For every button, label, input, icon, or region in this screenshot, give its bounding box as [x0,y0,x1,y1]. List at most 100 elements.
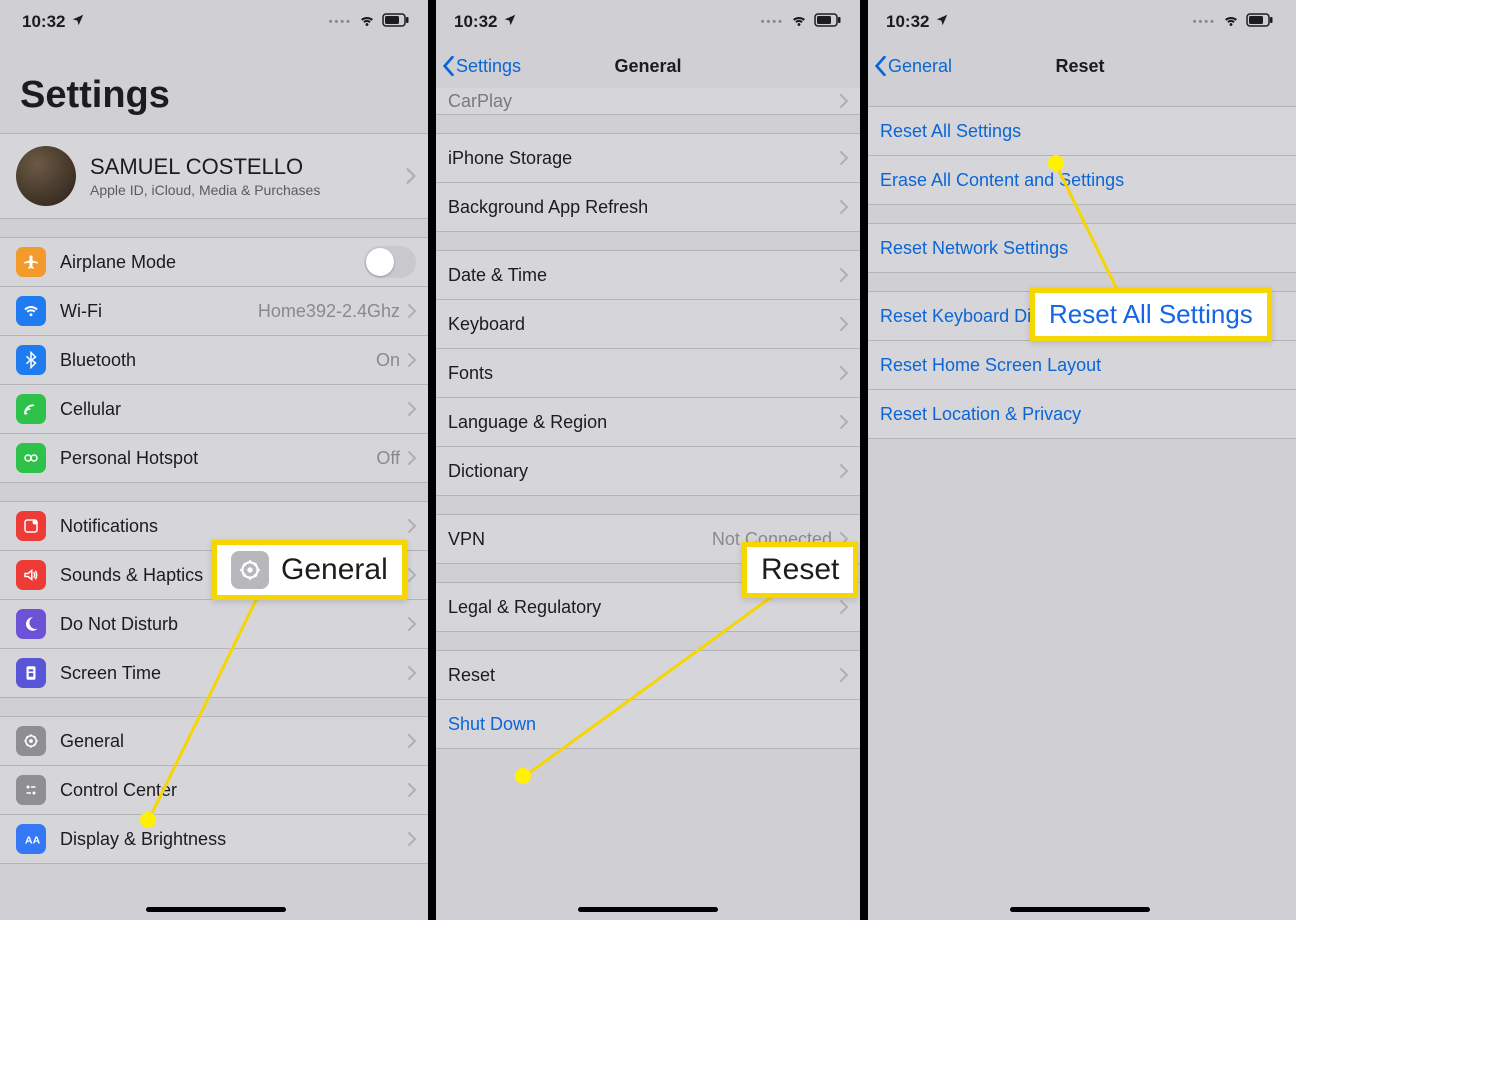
chevron-right-icon [408,402,416,416]
location-icon [935,12,949,32]
row-reset-network[interactable]: Reset Network Settings [864,224,1296,272]
row-label: Dictionary [448,461,840,482]
row-label: Reset Location & Privacy [880,404,1280,425]
chevron-right-icon [840,415,848,429]
row-label: Fonts [448,363,840,384]
screen-divider [860,0,868,920]
row-label: Screen Time [60,663,408,684]
row-general[interactable]: General [0,717,432,765]
row-datetime[interactable]: Date & Time [432,251,864,299]
page-title: Settings [0,44,432,133]
row-shutdown[interactable]: Shut Down [432,699,864,748]
row-value: Off [376,448,400,469]
chevron-right-icon [840,668,848,682]
status-time: 10:32 [454,12,497,32]
row-label: General [60,731,408,752]
airplane-toggle[interactable] [364,246,416,278]
wifi-status-icon [1222,12,1240,32]
row-dictionary[interactable]: Dictionary [432,446,864,495]
screentime-icon [16,658,46,688]
row-cellular[interactable]: Cellular [0,384,432,433]
chevron-right-icon [408,617,416,631]
status-time: 10:32 [886,12,929,32]
back-button[interactable]: General [874,56,952,77]
hotspot-icon [16,443,46,473]
chevron-right-icon [840,151,848,165]
row-label: CarPlay [448,91,840,112]
back-label: General [888,56,952,77]
wifi-status-icon [790,12,808,32]
row-label: Cellular [60,399,408,420]
apple-id-row[interactable]: SAMUEL COSTELLO Apple ID, iCloud, Media … [0,133,432,219]
row-label: Personal Hotspot [60,448,376,469]
row-language[interactable]: Language & Region [432,397,864,446]
row-reset[interactable]: Reset [432,651,864,699]
chevron-right-icon [406,168,416,184]
wifi-status-icon [358,12,376,32]
row-label: Legal & Regulatory [448,597,840,618]
callout-label: Reset [761,553,839,587]
back-button[interactable]: Settings [442,56,521,77]
row-reset-home[interactable]: Reset Home Screen Layout [864,340,1296,389]
row-value: On [376,350,400,371]
sounds-icon [16,560,46,590]
row-bluetooth[interactable]: Bluetooth On [0,335,432,384]
row-label: Do Not Disturb [60,614,408,635]
row-fonts[interactable]: Fonts [432,348,864,397]
row-dnd[interactable]: Do Not Disturb [0,599,432,648]
chevron-right-icon [408,451,416,465]
status-time: 10:32 [22,12,65,32]
row-airplane-mode[interactable]: Airplane Mode [0,238,432,286]
general-partial-group: CarPlay [432,88,864,115]
row-carplay[interactable]: CarPlay [432,88,864,114]
row-control-center[interactable]: Control Center [0,765,432,814]
battery-icon [382,12,410,32]
row-label: Control Center [60,780,408,801]
row-iphone-storage[interactable]: iPhone Storage [432,134,864,182]
row-screentime[interactable]: Screen Time [0,648,432,697]
status-bar: 10:32 •••• [432,0,864,44]
home-indicator[interactable] [146,907,286,912]
cellular-icon [16,394,46,424]
row-erase-all[interactable]: Erase All Content and Settings [864,155,1296,204]
profile-name: SAMUEL COSTELLO [90,154,320,180]
nav-bar: General Reset [864,44,1296,88]
display-icon: AA [16,824,46,854]
chevron-right-icon [840,464,848,478]
status-bar: 10:32 •••• [864,0,1296,44]
row-label: Display & Brightness [60,829,408,850]
airplane-icon [16,247,46,277]
row-reset-all-settings[interactable]: Reset All Settings [864,107,1296,155]
row-bg-refresh[interactable]: Background App Refresh [432,182,864,231]
row-label: Reset Home Screen Layout [880,355,1280,376]
general-group-input: Date & Time Keyboard Fonts Language & Re… [432,250,864,496]
chevron-right-icon [840,268,848,282]
row-reset-location[interactable]: Reset Location & Privacy [864,389,1296,438]
battery-icon [814,12,842,32]
dnd-icon [16,609,46,639]
general-group-reset: Reset Shut Down [432,650,864,749]
row-display[interactable]: AA Display & Brightness [0,814,432,863]
row-value: Home392-2.4Ghz [258,301,400,322]
chevron-right-icon [408,666,416,680]
row-label: Keyboard [448,314,840,335]
location-icon [503,12,517,32]
chevron-left-icon [442,56,454,76]
home-indicator[interactable] [578,907,718,912]
row-keyboard[interactable]: Keyboard [432,299,864,348]
row-label: Date & Time [448,265,840,286]
row-hotspot[interactable]: Personal Hotspot Off [0,433,432,482]
row-label: VPN [448,529,712,550]
callout-label: General [281,553,388,587]
chevron-right-icon [840,94,848,108]
row-wifi[interactable]: Wi-Fi Home392-2.4Ghz [0,286,432,335]
pointer-dot [140,812,156,828]
row-label: Airplane Mode [60,252,364,273]
chevron-right-icon [840,366,848,380]
row-label: Notifications [60,516,408,537]
general-icon [16,726,46,756]
chevron-right-icon [408,568,416,582]
pointer-dot [1048,155,1064,171]
notifications-icon [16,511,46,541]
home-indicator[interactable] [1010,907,1150,912]
